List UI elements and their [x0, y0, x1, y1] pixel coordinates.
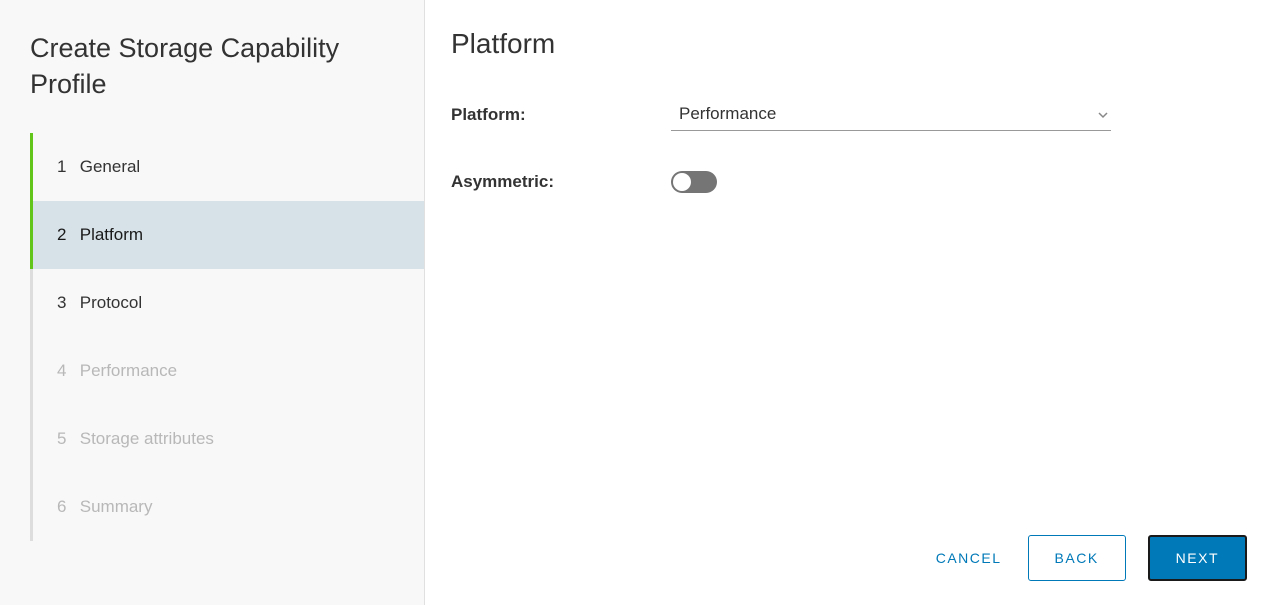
wizard-step-general[interactable]: 1 General — [33, 133, 424, 201]
back-button[interactable]: BACK — [1028, 535, 1126, 581]
wizard-steps: 1 General 2 Platform 3 Protocol 4 Perfor… — [30, 133, 424, 541]
wizard-step-performance: 4 Performance — [33, 337, 424, 405]
wizard-step-protocol: 3 Protocol — [33, 269, 424, 337]
asymmetric-label: Asymmetric: — [451, 172, 671, 192]
step-number: 1 — [57, 157, 75, 177]
chevron-down-icon — [1097, 108, 1109, 120]
step-label: General — [80, 157, 140, 176]
cancel-button[interactable]: CANCEL — [932, 540, 1006, 576]
platform-row: Platform: Performance — [451, 98, 1247, 131]
step-label: Performance — [80, 361, 177, 380]
step-label: Storage attributes — [80, 429, 214, 448]
wizard-step-storage-attributes: 5 Storage attributes — [33, 405, 424, 473]
step-label: Platform — [80, 225, 143, 244]
wizard-sidebar: Create Storage Capability Profile 1 Gene… — [0, 0, 425, 605]
main-panel: Platform Platform: Performance Asymmetri… — [425, 0, 1277, 605]
platform-form: Platform: Performance Asymmetric: — [451, 98, 1247, 535]
step-number: 2 — [57, 225, 75, 245]
step-label: Protocol — [80, 293, 142, 312]
platform-select-value: Performance — [679, 104, 776, 124]
wizard-footer: CANCEL BACK NEXT — [451, 535, 1247, 581]
platform-select[interactable]: Performance — [671, 98, 1111, 131]
step-label: Summary — [80, 497, 153, 516]
wizard-step-platform[interactable]: 2 Platform — [33, 201, 424, 269]
step-number: 5 — [57, 429, 75, 449]
wizard-step-summary: 6 Summary — [33, 473, 424, 541]
step-number: 3 — [57, 293, 75, 313]
asymmetric-row: Asymmetric: — [451, 171, 1247, 193]
wizard-title: Create Storage Capability Profile — [30, 30, 424, 103]
step-number: 6 — [57, 497, 75, 517]
step-number: 4 — [57, 361, 75, 381]
page-title: Platform — [451, 28, 1247, 60]
next-button[interactable]: NEXT — [1148, 535, 1247, 581]
asymmetric-toggle[interactable] — [671, 171, 717, 193]
platform-label: Platform: — [451, 105, 671, 125]
